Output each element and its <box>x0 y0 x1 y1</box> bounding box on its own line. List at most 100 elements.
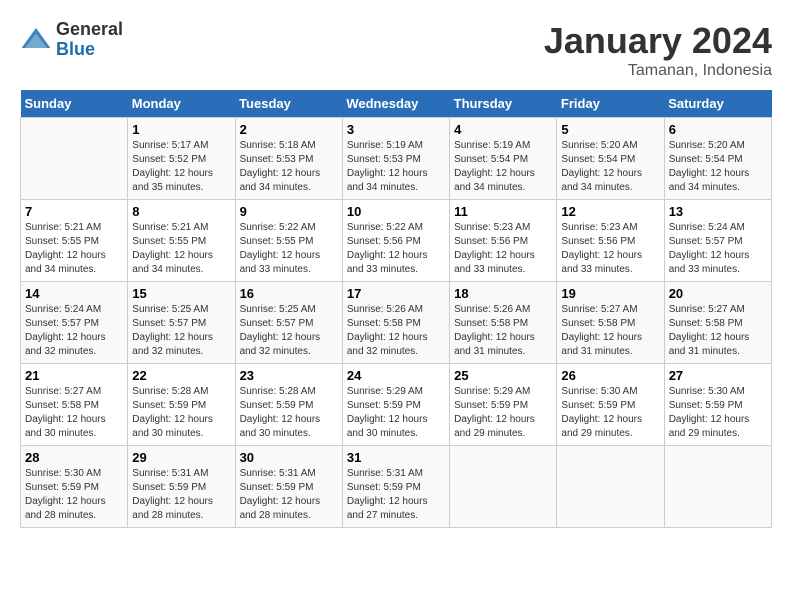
day-number: 23 <box>240 368 338 383</box>
day-number: 12 <box>561 204 659 219</box>
location-subtitle: Tamanan, Indonesia <box>544 62 772 80</box>
calendar-cell: 17 Sunrise: 5:26 AM Sunset: 5:58 PM Dayli… <box>342 282 449 364</box>
calendar-cell: 29 Sunrise: 5:31 AM Sunset: 5:59 PM Dayli… <box>128 446 235 528</box>
calendar-cell: 13Sunrise: 5:24 AM Sunset: 5:57 PM Dayli… <box>664 200 771 282</box>
calendar-cell: 30 Sunrise: 5:31 AM Sunset: 5:59 PM Dayli… <box>235 446 342 528</box>
day-number: 24 <box>347 368 445 383</box>
week-row-1: 7Sunrise: 5:21 AM Sunset: 5:55 PM Daylig… <box>21 200 772 282</box>
day-number: 11 <box>454 204 552 219</box>
calendar-cell <box>664 446 771 528</box>
title-block: January 2024 Tamanan, Indonesia <box>544 20 772 80</box>
day-number: 2 <box>240 122 338 137</box>
day-number: 21 <box>25 368 123 383</box>
day-number: 17 <box>347 286 445 301</box>
day-info: Sunrise: 5:26 AM Sunset: 5:58 PM Dayligh… <box>454 303 552 359</box>
week-row-3: 21 Sunrise: 5:27 AM Sunset: 5:58 PM Dayli… <box>21 364 772 446</box>
month-title: January 2024 <box>544 20 772 62</box>
day-number: 29 <box>132 450 230 465</box>
day-number: 15 <box>132 286 230 301</box>
day-info: Sunrise: 5:31 AM Sunset: 5:59 PM Dayligh… <box>240 467 338 523</box>
logo-blue: Blue <box>56 40 123 60</box>
day-info: Sunrise: 5:29 AM Sunset: 5:59 PM Dayligh… <box>454 385 552 441</box>
calendar-cell: 28Sunrise: 5:30 AM Sunset: 5:59 PM Dayli… <box>21 446 128 528</box>
day-info: Sunrise: 5:21 AM Sunset: 5:55 PM Dayligh… <box>132 221 230 277</box>
day-number: 20 <box>669 286 767 301</box>
header-tuesday: Tuesday <box>235 90 342 118</box>
calendar-table: SundayMondayTuesdayWednesdayThursdayFrid… <box>20 90 772 528</box>
day-info: Sunrise: 5:20 AM Sunset: 5:54 PM Dayligh… <box>669 139 767 195</box>
day-number: 22 <box>132 368 230 383</box>
calendar-cell: 11 Sunrise: 5:23 AM Sunset: 5:56 PM Dayli… <box>450 200 557 282</box>
page-header: General Blue January 2024 Tamanan, Indon… <box>20 20 772 80</box>
day-info: Sunrise: 5:28 AM Sunset: 5:59 PM Dayligh… <box>132 385 230 441</box>
header-sunday: Sunday <box>21 90 128 118</box>
day-number: 8 <box>132 204 230 219</box>
day-info: Sunrise: 5:25 AM Sunset: 5:57 PM Dayligh… <box>240 303 338 359</box>
calendar-cell: 16 Sunrise: 5:25 AM Sunset: 5:57 PM Dayli… <box>235 282 342 364</box>
calendar-cell: 26 Sunrise: 5:30 AM Sunset: 5:59 PM Dayli… <box>557 364 664 446</box>
calendar-cell: 22 Sunrise: 5:28 AM Sunset: 5:59 PM Dayli… <box>128 364 235 446</box>
day-info: Sunrise: 5:23 AM Sunset: 5:56 PM Dayligh… <box>561 221 659 277</box>
day-number: 4 <box>454 122 552 137</box>
logo: General Blue <box>20 20 123 60</box>
day-number: 30 <box>240 450 338 465</box>
day-number: 3 <box>347 122 445 137</box>
calendar-cell: 5Sunrise: 5:20 AM Sunset: 5:54 PM Daylig… <box>557 118 664 200</box>
calendar-cell: 19Sunrise: 5:27 AM Sunset: 5:58 PM Dayli… <box>557 282 664 364</box>
day-info: Sunrise: 5:28 AM Sunset: 5:59 PM Dayligh… <box>240 385 338 441</box>
header-thursday: Thursday <box>450 90 557 118</box>
calendar-cell: 3 Sunrise: 5:19 AM Sunset: 5:53 PM Daylig… <box>342 118 449 200</box>
logo-text: General Blue <box>56 20 123 60</box>
day-number: 19 <box>561 286 659 301</box>
day-info: Sunrise: 5:22 AM Sunset: 5:55 PM Dayligh… <box>240 221 338 277</box>
calendar-cell <box>557 446 664 528</box>
day-info: Sunrise: 5:27 AM Sunset: 5:58 PM Dayligh… <box>25 385 123 441</box>
day-number: 1 <box>132 122 230 137</box>
day-number: 16 <box>240 286 338 301</box>
calendar-cell: 15Sunrise: 5:25 AM Sunset: 5:57 PM Dayli… <box>128 282 235 364</box>
calendar-cell: 14Sunrise: 5:24 AM Sunset: 5:57 PM Dayli… <box>21 282 128 364</box>
calendar-cell: 23 Sunrise: 5:28 AM Sunset: 5:59 PM Dayli… <box>235 364 342 446</box>
calendar-cell: 18 Sunrise: 5:26 AM Sunset: 5:58 PM Dayli… <box>450 282 557 364</box>
day-info: Sunrise: 5:24 AM Sunset: 5:57 PM Dayligh… <box>25 303 123 359</box>
week-row-0: 1 Sunrise: 5:17 AM Sunset: 5:52 PM Daylig… <box>21 118 772 200</box>
calendar-cell: 10 Sunrise: 5:22 AM Sunset: 5:56 PM Dayli… <box>342 200 449 282</box>
calendar-cell: 21 Sunrise: 5:27 AM Sunset: 5:58 PM Dayli… <box>21 364 128 446</box>
day-info: Sunrise: 5:21 AM Sunset: 5:55 PM Dayligh… <box>25 221 123 277</box>
day-info: Sunrise: 5:26 AM Sunset: 5:58 PM Dayligh… <box>347 303 445 359</box>
calendar-body: 1 Sunrise: 5:17 AM Sunset: 5:52 PM Daylig… <box>21 118 772 528</box>
logo-icon <box>20 24 52 56</box>
day-info: Sunrise: 5:31 AM Sunset: 5:59 PM Dayligh… <box>347 467 445 523</box>
day-number: 18 <box>454 286 552 301</box>
day-info: Sunrise: 5:27 AM Sunset: 5:58 PM Dayligh… <box>669 303 767 359</box>
day-info: Sunrise: 5:29 AM Sunset: 5:59 PM Dayligh… <box>347 385 445 441</box>
calendar-cell: 8 Sunrise: 5:21 AM Sunset: 5:55 PM Daylig… <box>128 200 235 282</box>
day-number: 25 <box>454 368 552 383</box>
day-number: 26 <box>561 368 659 383</box>
calendar-cell <box>21 118 128 200</box>
day-number: 10 <box>347 204 445 219</box>
day-info: Sunrise: 5:19 AM Sunset: 5:54 PM Dayligh… <box>454 139 552 195</box>
day-info: Sunrise: 5:30 AM Sunset: 5:59 PM Dayligh… <box>561 385 659 441</box>
calendar-cell: 27Sunrise: 5:30 AM Sunset: 5:59 PM Dayli… <box>664 364 771 446</box>
day-number: 31 <box>347 450 445 465</box>
day-number: 6 <box>669 122 767 137</box>
day-info: Sunrise: 5:22 AM Sunset: 5:56 PM Dayligh… <box>347 221 445 277</box>
calendar-cell: 6 Sunrise: 5:20 AM Sunset: 5:54 PM Daylig… <box>664 118 771 200</box>
day-info: Sunrise: 5:19 AM Sunset: 5:53 PM Dayligh… <box>347 139 445 195</box>
day-info: Sunrise: 5:23 AM Sunset: 5:56 PM Dayligh… <box>454 221 552 277</box>
day-number: 13 <box>669 204 767 219</box>
header-monday: Monday <box>128 90 235 118</box>
calendar-cell: 4 Sunrise: 5:19 AM Sunset: 5:54 PM Daylig… <box>450 118 557 200</box>
day-info: Sunrise: 5:17 AM Sunset: 5:52 PM Dayligh… <box>132 139 230 195</box>
day-info: Sunrise: 5:31 AM Sunset: 5:59 PM Dayligh… <box>132 467 230 523</box>
calendar-cell: 9Sunrise: 5:22 AM Sunset: 5:55 PM Daylig… <box>235 200 342 282</box>
week-row-4: 28Sunrise: 5:30 AM Sunset: 5:59 PM Dayli… <box>21 446 772 528</box>
calendar-cell: 7Sunrise: 5:21 AM Sunset: 5:55 PM Daylig… <box>21 200 128 282</box>
header-saturday: Saturday <box>664 90 771 118</box>
calendar-header: SundayMondayTuesdayWednesdayThursdayFrid… <box>21 90 772 118</box>
day-number: 27 <box>669 368 767 383</box>
calendar-cell: 12 Sunrise: 5:23 AM Sunset: 5:56 PM Dayli… <box>557 200 664 282</box>
calendar-cell: 24 Sunrise: 5:29 AM Sunset: 5:59 PM Dayli… <box>342 364 449 446</box>
header-friday: Friday <box>557 90 664 118</box>
